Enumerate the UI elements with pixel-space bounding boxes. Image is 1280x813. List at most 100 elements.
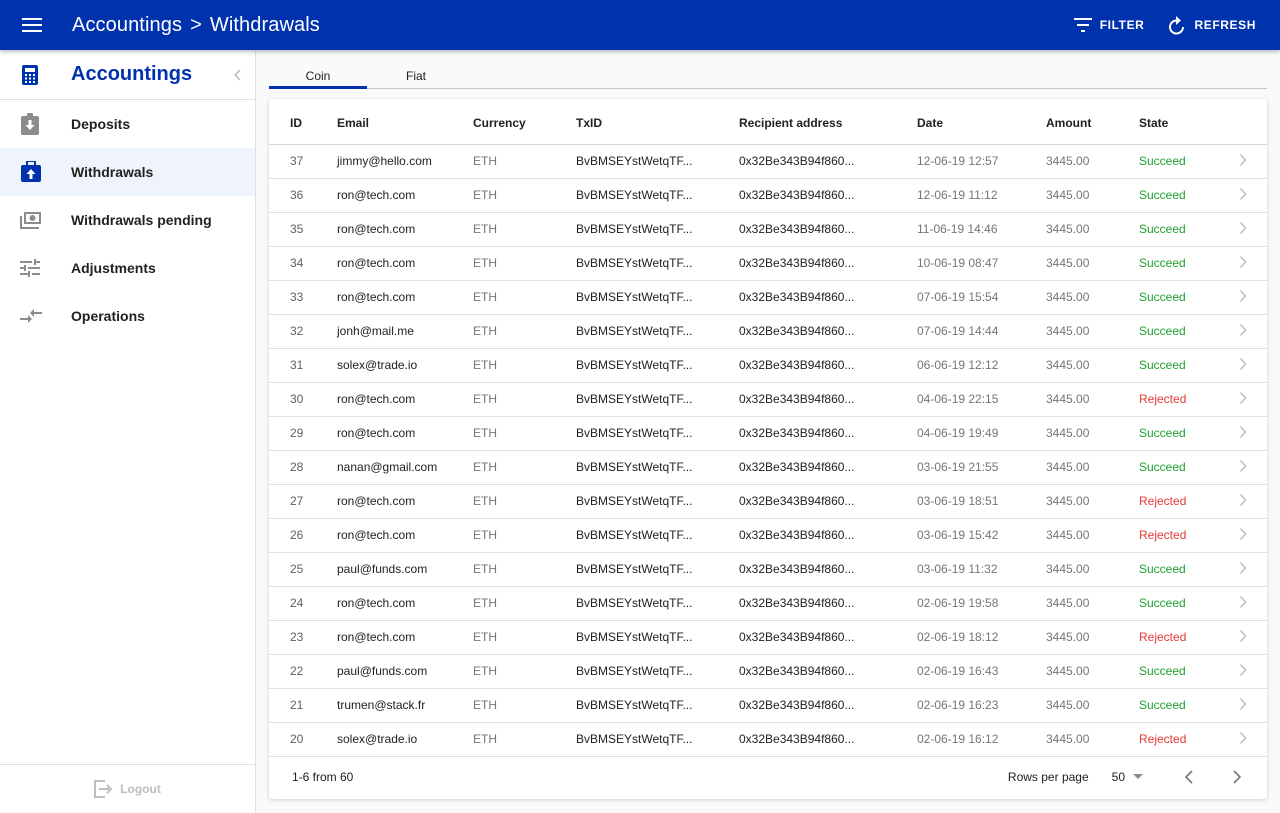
table-row[interactable]: 34 ron@tech.com ETH BvBMSEYstWetqTF... 0x32B…: [269, 246, 1267, 281]
cell-recipient-address: 0x32Be343B94f860...: [739, 688, 917, 723]
column-header-currency[interactable]: Currency: [473, 99, 576, 145]
table-row[interactable]: 25 paul@funds.com ETH BvBMSEYstWetqTF... 0x3…: [269, 552, 1267, 587]
cell-txid: BvBMSEYstWetqTF...: [576, 144, 739, 179]
table-row[interactable]: 28 nanan@gmail.com ETH BvBMSEYstWetqTF... 0x…: [269, 450, 1267, 485]
row-details-button[interactable]: [1219, 382, 1267, 417]
column-header-recipient-address[interactable]: Recipient address: [739, 99, 917, 145]
tab-coin[interactable]: Coin: [269, 66, 367, 89]
row-details-button[interactable]: [1219, 280, 1267, 315]
chevron-right-icon: [1239, 255, 1247, 268]
table-row[interactable]: 33 ron@tech.com ETH BvBMSEYstWetqTF... 0x32B…: [269, 280, 1267, 315]
cell-amount: 3445.00: [1046, 382, 1139, 417]
row-details-button[interactable]: [1219, 178, 1267, 213]
breadcrumb-parent[interactable]: Accountings: [72, 14, 182, 36]
row-details-button[interactable]: [1219, 688, 1267, 723]
chevron-right-icon: [1239, 425, 1247, 438]
row-details-button[interactable]: [1219, 246, 1267, 281]
table-row[interactable]: 37 jimmy@hello.com ETH BvBMSEYstWetqTF... 0x…: [269, 144, 1267, 179]
cell-amount: 3445.00: [1046, 348, 1139, 383]
cell-email: ron@tech.com: [337, 382, 473, 417]
cell-txid: BvBMSEYstWetqTF...: [576, 722, 739, 757]
cell-state: Succeed: [1139, 144, 1219, 179]
cell-recipient-address: 0x32Be343B94f860...: [739, 382, 917, 417]
table-row[interactable]: 27 ron@tech.com ETH BvBMSEYstWetqTF... 0x32B…: [269, 484, 1267, 519]
row-details-button[interactable]: [1219, 552, 1267, 587]
sidebar-item-deposits[interactable]: Deposits: [0, 100, 255, 148]
cell-id: 27: [269, 484, 337, 519]
cell-date: 02-06-19 16:43: [917, 654, 1046, 689]
row-details-button[interactable]: [1219, 212, 1267, 247]
refresh-label: REFRESH: [1194, 18, 1256, 32]
logout-button[interactable]: Logout: [0, 764, 255, 813]
row-details-button[interactable]: [1219, 654, 1267, 689]
cell-amount: 3445.00: [1046, 620, 1139, 655]
column-header-state[interactable]: State: [1139, 99, 1219, 145]
column-header-txid[interactable]: TxID: [576, 99, 739, 145]
cell-state: Rejected: [1139, 620, 1219, 655]
table-row[interactable]: 23 ron@tech.com ETH BvBMSEYstWetqTF... 0x32B…: [269, 620, 1267, 655]
cell-amount: 3445.00: [1046, 178, 1139, 213]
chevron-right-icon: [1239, 595, 1247, 608]
sidebar-item-adjustments[interactable]: Adjustments: [0, 244, 255, 292]
cell-id: 21: [269, 688, 337, 723]
column-header-id[interactable]: ID: [269, 99, 337, 145]
previous-page-button[interactable]: [1171, 759, 1207, 795]
sidebar-item-operations[interactable]: Operations: [0, 292, 255, 340]
cell-id: 31: [269, 348, 337, 383]
column-header-actions: [1219, 99, 1267, 145]
cell-state: Succeed: [1139, 246, 1219, 281]
cell-id: 36: [269, 178, 337, 213]
chevron-right-icon: [1239, 493, 1247, 506]
withdrawals-table-card: ID Email Currency TxID Recipient address…: [269, 99, 1267, 799]
row-details-button[interactable]: [1219, 144, 1267, 179]
row-details-button[interactable]: [1219, 348, 1267, 383]
row-details-button[interactable]: [1219, 484, 1267, 519]
next-page-button[interactable]: [1219, 759, 1255, 795]
breadcrumb-separator: >: [190, 13, 202, 36]
row-details-button[interactable]: [1219, 518, 1267, 553]
filter-button[interactable]: FILTER: [1062, 7, 1157, 43]
sidebar-item-withdrawals-pending[interactable]: Withdrawals pending: [0, 196, 255, 244]
refresh-button[interactable]: REFRESH: [1156, 7, 1268, 43]
table-row[interactable]: 29 ron@tech.com ETH BvBMSEYstWetqTF... 0x32B…: [269, 416, 1267, 451]
sidebar-item-label: Withdrawals: [71, 164, 154, 180]
column-header-email[interactable]: Email: [337, 99, 473, 145]
cell-email: ron@tech.com: [337, 246, 473, 281]
row-details-button[interactable]: [1219, 620, 1267, 655]
table-row[interactable]: 22 paul@funds.com ETH BvBMSEYstWetqTF... 0x3…: [269, 654, 1267, 689]
row-details-button[interactable]: [1219, 586, 1267, 621]
table-row[interactable]: 32 jonh@mail.me ETH BvBMSEYstWetqTF... 0x32B…: [269, 314, 1267, 349]
cell-date: 03-06-19 11:32: [917, 552, 1046, 587]
cell-recipient-address: 0x32Be343B94f860...: [739, 518, 917, 553]
pagination-summary: 1-6 from 60: [292, 770, 354, 784]
cell-recipient-address: 0x32Be343B94f860...: [739, 450, 917, 485]
sidebar: Accountings Deposits Withdrawals Withdra…: [0, 50, 256, 813]
sidebar-item-withdrawals[interactable]: Withdrawals: [0, 148, 255, 196]
table-row[interactable]: 24 ron@tech.com ETH BvBMSEYstWetqTF... 0x32B…: [269, 586, 1267, 621]
row-details-button[interactable]: [1219, 450, 1267, 485]
table-row[interactable]: 35 ron@tech.com ETH BvBMSEYstWetqTF... 0x32B…: [269, 212, 1267, 247]
rows-per-page-select[interactable]: 50: [1112, 770, 1143, 784]
column-header-date[interactable]: Date: [917, 99, 1046, 145]
row-details-button[interactable]: [1219, 722, 1267, 757]
cell-date: 03-06-19 18:51: [917, 484, 1046, 519]
collapse-sidebar-button[interactable]: [233, 65, 243, 90]
table-row[interactable]: 21 trumen@stack.fr ETH BvBMSEYstWetqTF... 0x…: [269, 688, 1267, 723]
table-row[interactable]: 31 solex@trade.io ETH BvBMSEYstWetqTF... 0x3…: [269, 348, 1267, 383]
cell-id: 20: [269, 722, 337, 757]
cell-amount: 3445.00: [1046, 212, 1139, 247]
cell-recipient-address: 0x32Be343B94f860...: [739, 722, 917, 757]
chevron-left-icon: [233, 69, 241, 81]
cell-date: 11-06-19 14:46: [917, 212, 1046, 247]
tab-fiat[interactable]: Fiat: [367, 66, 465, 88]
chevron-right-icon: [1239, 153, 1247, 166]
row-details-button[interactable]: [1219, 416, 1267, 451]
column-header-amount[interactable]: Amount: [1046, 99, 1139, 145]
menu-button[interactable]: [0, 0, 64, 50]
table-row[interactable]: 20 solex@trade.io ETH BvBMSEYstWetqTF... 0x3…: [269, 722, 1267, 757]
table-row[interactable]: 30 ron@tech.com ETH BvBMSEYstWetqTF... 0x32B…: [269, 382, 1267, 417]
table-row[interactable]: 36 ron@tech.com ETH BvBMSEYstWetqTF... 0x32B…: [269, 178, 1267, 213]
cell-email: trumen@stack.fr: [337, 688, 473, 723]
row-details-button[interactable]: [1219, 314, 1267, 349]
table-row[interactable]: 26 ron@tech.com ETH BvBMSEYstWetqTF... 0x32B…: [269, 518, 1267, 553]
